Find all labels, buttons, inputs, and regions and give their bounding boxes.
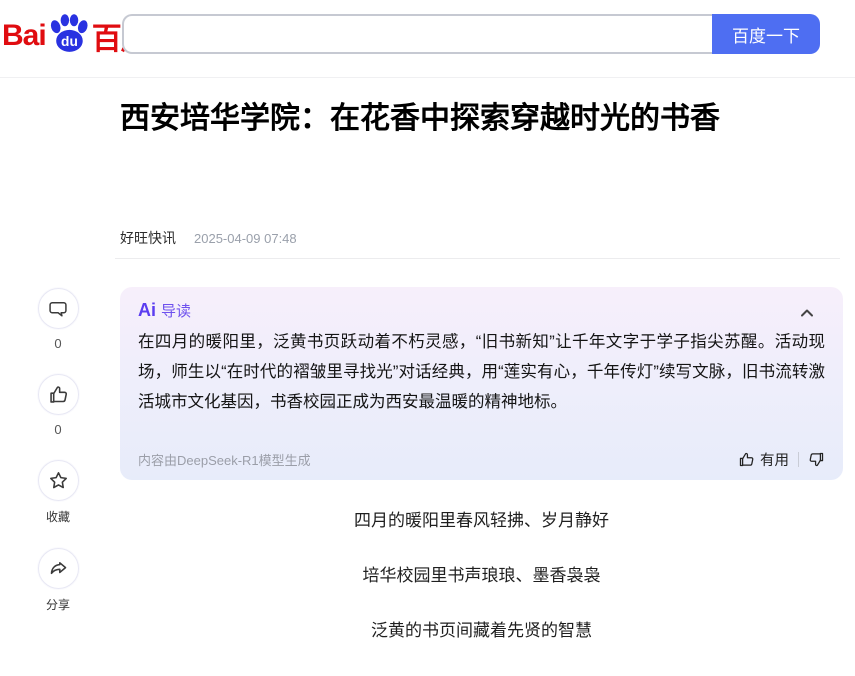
like-count: 0 — [36, 422, 80, 437]
like-action: 0 — [36, 374, 80, 437]
thumb-up-icon — [48, 384, 69, 405]
ai-attribution: 内容由DeepSeek-R1模型生成 — [138, 450, 311, 469]
baidu-paw-icon: du — [47, 12, 91, 56]
search-input[interactable] — [122, 14, 712, 54]
useful-button[interactable]: 有用 — [738, 449, 789, 470]
ai-logo: Ai — [138, 300, 156, 321]
paragraph: 培华校园里书声琅琅、墨香袅袅 — [120, 563, 843, 589]
ai-summary-footer: 内容由DeepSeek-R1模型生成 有用 — [120, 449, 843, 470]
paragraph: 四月的暖阳里春风轻拂、岁月静好 — [120, 508, 843, 534]
ai-summary-text: 在四月的暖阳里，泛黄书页跃动着不朽灵感，“旧书新知”让千年文字于学子指尖苏醒。活… — [120, 321, 843, 417]
thumb-up-icon — [738, 451, 755, 468]
feedback-divider — [798, 452, 799, 467]
article-body: 四月的暖阳里春风轻拂、岁月静好 培华校园里书声琅琅、墨香袅袅 泛黄的书页间藏着先… — [120, 508, 843, 673]
ai-summary-label: 导读 — [161, 300, 191, 321]
article-title: 西安培华学院：在花香中探索穿越时光的书香 — [120, 96, 842, 142]
like-button[interactable] — [38, 374, 79, 415]
star-icon — [48, 470, 69, 491]
favorite-action: 收藏 — [36, 460, 80, 525]
thumb-down-icon[interactable] — [808, 451, 825, 468]
share-button[interactable] — [38, 548, 79, 589]
paragraph: 泛黄的书页间藏着先贤的智慧 — [120, 618, 843, 644]
share-icon — [48, 558, 69, 579]
search-button[interactable]: 百度一下 — [712, 14, 820, 54]
share-label: 分享 — [36, 596, 80, 613]
article-source[interactable]: 好旺快讯 — [120, 228, 176, 248]
share-action: 分享 — [36, 548, 80, 613]
meta-divider — [115, 258, 840, 259]
chevron-up-icon[interactable] — [797, 303, 817, 323]
top-bar: Bai du 百度 百度一下 — [0, 0, 855, 78]
action-rail: 0 0 收藏 分享 — [36, 288, 80, 636]
comment-icon — [48, 299, 68, 319]
baidu-logo-text-bai: Bai — [2, 19, 46, 53]
favorite-label: 收藏 — [36, 508, 80, 525]
ai-summary-card: Ai 导读 在四月的暖阳里，泛黄书页跃动着不朽灵感，“旧书新知”让千年文字于学子… — [120, 287, 843, 480]
comment-button[interactable] — [38, 288, 79, 329]
favorite-button[interactable] — [38, 460, 79, 501]
useful-label: 有用 — [760, 449, 789, 470]
article-timestamp: 2025-04-09 07:48 — [194, 231, 297, 246]
ai-summary-header: Ai 导读 — [120, 287, 843, 321]
article-meta: 好旺快讯 2025-04-09 07:48 — [120, 228, 297, 248]
comment-action: 0 — [36, 288, 80, 351]
svg-text:du: du — [61, 34, 78, 49]
comment-count: 0 — [36, 336, 80, 351]
